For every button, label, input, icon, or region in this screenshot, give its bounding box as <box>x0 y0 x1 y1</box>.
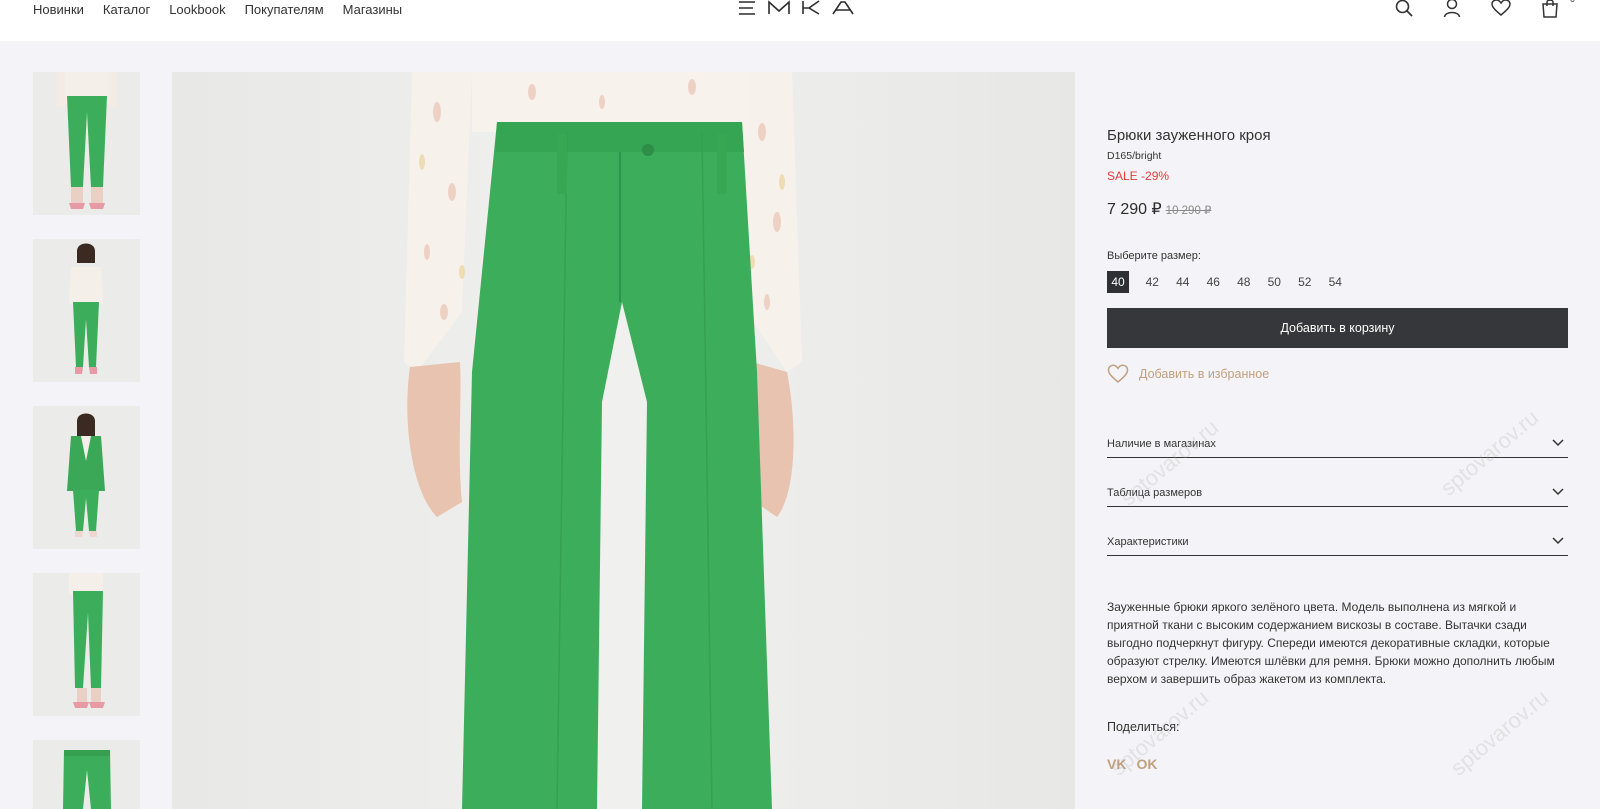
size-option-52[interactable]: 52 <box>1290 271 1321 293</box>
chevron-down-icon <box>1552 488 1564 496</box>
accordion-size-chart[interactable]: Таблица размеров <box>1107 459 1568 507</box>
size-option-42[interactable]: 42 <box>1137 271 1168 293</box>
sale-badge: SALE -29% <box>1107 169 1170 183</box>
size-option-44[interactable]: 44 <box>1168 271 1199 293</box>
thumbnail-full[interactable] <box>33 239 140 382</box>
nav-item-stores[interactable]: Магазины <box>343 2 403 17</box>
header-icons <box>1395 0 1559 18</box>
heart-outline-icon <box>1107 364 1129 383</box>
accordion-store-availability[interactable]: Наличие в магазинах <box>1107 410 1568 458</box>
social-share-links: VK OK <box>1107 756 1157 772</box>
size-selector: 40 42 44 46 48 50 52 54 <box>1107 271 1351 293</box>
product-description: Зауженные брюки яркого зелёного цвета. М… <box>1107 600 1555 686</box>
size-label: Выберите размер: <box>1107 250 1201 262</box>
ok-share-link[interactable]: OK <box>1136 756 1157 772</box>
product-title: Брюки зауженного кроя <box>1107 127 1271 144</box>
nav-item-lookbook[interactable]: Lookbook <box>169 2 225 17</box>
product-sku: D165/bright <box>1107 150 1162 162</box>
size-option-50[interactable]: 50 <box>1259 271 1290 293</box>
size-option-48[interactable]: 48 <box>1229 271 1260 293</box>
search-icon[interactable] <box>1395 0 1413 17</box>
user-icon[interactable] <box>1443 0 1461 18</box>
accordion-characteristics[interactable]: Характеристики <box>1107 508 1568 556</box>
cart-count-badge: 0 <box>1570 0 1575 4</box>
accordion-label: Характеристики <box>1107 536 1189 548</box>
thumbnail-side[interactable] <box>33 573 140 716</box>
add-to-cart-button[interactable]: Добавить в корзину <box>1107 308 1568 348</box>
watermark: sptovarov.ru <box>1445 684 1554 781</box>
current-price: 7 290 ₽ <box>1107 201 1162 218</box>
old-price: 10 290 ₽ <box>1165 205 1212 217</box>
add-to-favorites-label: Добавить в избранное <box>1139 367 1270 381</box>
accordion-label: Наличие в магазинах <box>1107 438 1216 450</box>
nav-item-catalog[interactable]: Каталог <box>103 2 150 17</box>
main-nav: Новинки Каталог Lookbook Покупателям Маг… <box>33 2 402 17</box>
size-option-40[interactable]: 40 <box>1107 271 1129 293</box>
accordion-label: Таблица размеров <box>1107 487 1203 499</box>
cart-icon[interactable] <box>1541 0 1559 18</box>
size-option-46[interactable]: 46 <box>1198 271 1229 293</box>
share-label: Поделиться: <box>1107 720 1180 734</box>
thumbnail-front[interactable] <box>33 72 140 215</box>
add-to-favorites-button[interactable]: Добавить в избранное <box>1107 364 1269 384</box>
top-header: Новинки Каталог Lookbook Покупателям Маг… <box>0 0 1600 41</box>
thumbnail-jacket-suit[interactable] <box>33 406 140 549</box>
chevron-down-icon <box>1552 537 1564 545</box>
product-main-image[interactable] <box>172 72 1075 809</box>
thumbnail-flat[interactable] <box>33 740 140 809</box>
chevron-down-icon <box>1552 439 1564 447</box>
brand-logo[interactable] <box>737 0 857 22</box>
nav-item-customers[interactable]: Покупателям <box>245 2 324 17</box>
price-block: 7 290 ₽10 290 ₽ <box>1107 199 1211 219</box>
heart-icon[interactable] <box>1491 0 1511 17</box>
nav-item-new[interactable]: Новинки <box>33 2 84 17</box>
size-option-54[interactable]: 54 <box>1320 271 1351 293</box>
vk-share-link[interactable]: VK <box>1107 756 1126 772</box>
